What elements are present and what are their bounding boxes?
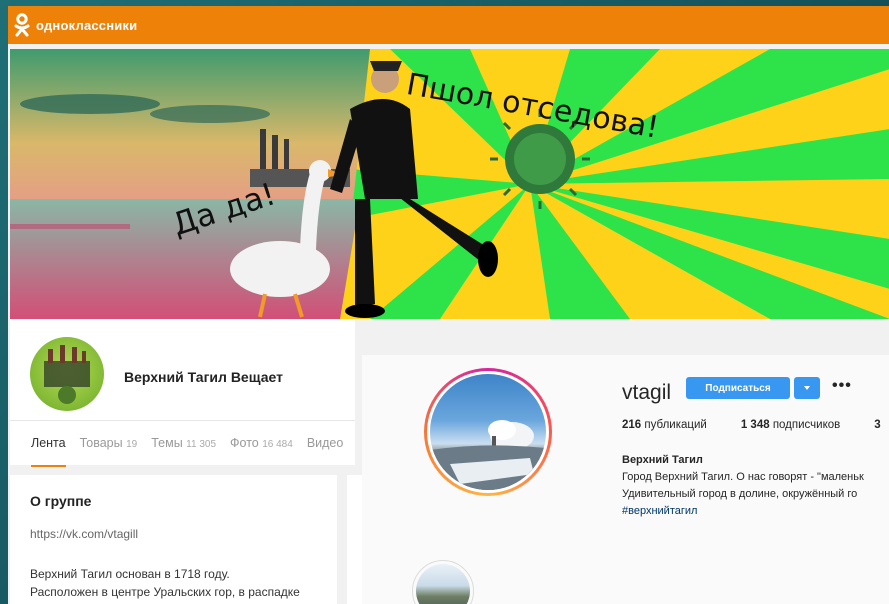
ig-posts-number: 216 (622, 419, 642, 431)
tab-topics-label: Темы (151, 436, 183, 450)
tab-feed-label: Лента (31, 436, 66, 450)
about-text: Верхний Тагил основан в 1718 году. Распо… (30, 565, 317, 601)
ig-followers-number: 1 348 (740, 419, 770, 431)
ig-followers-count[interactable]: 1 348 подписчиков (741, 419, 840, 431)
ig-bio-line-2: Удивительный город в долине, окружённый … (622, 488, 858, 500)
instagram-profile-overlay: vtagil Подписаться ••• 216 публикаций 1 … (362, 355, 889, 604)
ok-logo-icon[interactable] (14, 13, 30, 37)
ok-topbar: одноклассники (8, 6, 889, 44)
ig-following-number: 3 (874, 419, 881, 431)
about-text-line-1: Верхний Тагил основан в 1718 году. (30, 567, 230, 581)
ig-more-options-icon[interactable]: ••• (832, 377, 852, 395)
chevron-down-icon (804, 386, 810, 390)
tab-photos-count: 16 484 (262, 439, 293, 450)
ig-bio: Верхний Тагил Город Верхний Тагил. О нас… (622, 452, 889, 520)
group-name[interactable]: Верхний Тагил Вещает (124, 369, 283, 385)
ig-following-count[interactable]: 3 (874, 419, 880, 431)
about-group-card: О группе https://vk.com/vtagill Верхний … (10, 475, 337, 604)
ig-follow-dropdown-button[interactable] (794, 377, 820, 399)
tab-goods-count: 19 (126, 439, 138, 450)
ig-posts-label: публикаций (644, 419, 707, 431)
ig-story-photo (416, 564, 470, 604)
tab-topics-count: 11 305 (186, 439, 217, 450)
group-header-card: Верхний Тагил Вещает Лента Товары 19 Тем… (10, 320, 355, 467)
ig-bio-hashtag[interactable]: #верхнийтагил (622, 503, 889, 520)
ig-posts-count[interactable]: 216 публикаций (622, 419, 707, 431)
tab-topics[interactable]: Темы 11 305 (151, 436, 216, 450)
ig-followers-label: подписчиков (772, 419, 841, 431)
group-cover-banner: Пшол отседова! Да да! (10, 49, 889, 319)
ok-brand-name[interactable]: одноклассники (36, 18, 137, 33)
ig-stats: 216 публикаций 1 348 подписчиков 3 (622, 419, 881, 431)
about-link[interactable]: https://vk.com/vtagill (30, 527, 317, 541)
ig-avatar-border (427, 371, 549, 493)
ig-bio-name: Верхний Тагил (622, 454, 703, 466)
ig-bio-line-1: Город Верхний Тагил. О нас говорят - "ма… (622, 471, 864, 483)
ig-username: vtagil (622, 381, 672, 404)
ig-follow-button[interactable]: Подписаться (686, 377, 790, 399)
ig-avatar[interactable] (424, 368, 552, 496)
about-text-line-2: Расположен в центре Уральских гор, в рас… (30, 585, 300, 599)
tab-video[interactable]: Видео (307, 436, 344, 450)
group-tabs: Лента Товары 19 Темы 11 305 Фото 16 484 … (10, 420, 355, 467)
tab-video-label: Видео (306, 436, 344, 450)
tab-photos-label: Фото (230, 436, 259, 450)
tab-goods[interactable]: Товары 19 (80, 436, 138, 450)
tab-goods-label: Товары (79, 436, 123, 450)
group-avatar[interactable] (30, 337, 104, 411)
feed-card-edge (347, 475, 362, 604)
ig-story-highlight[interactable] (412, 560, 474, 604)
tab-photos[interactable]: Фото 16 484 (230, 436, 293, 450)
tab-feed[interactable]: Лента (31, 436, 66, 467)
about-title: О группе (30, 493, 92, 509)
ig-avatar-photo (430, 374, 546, 490)
